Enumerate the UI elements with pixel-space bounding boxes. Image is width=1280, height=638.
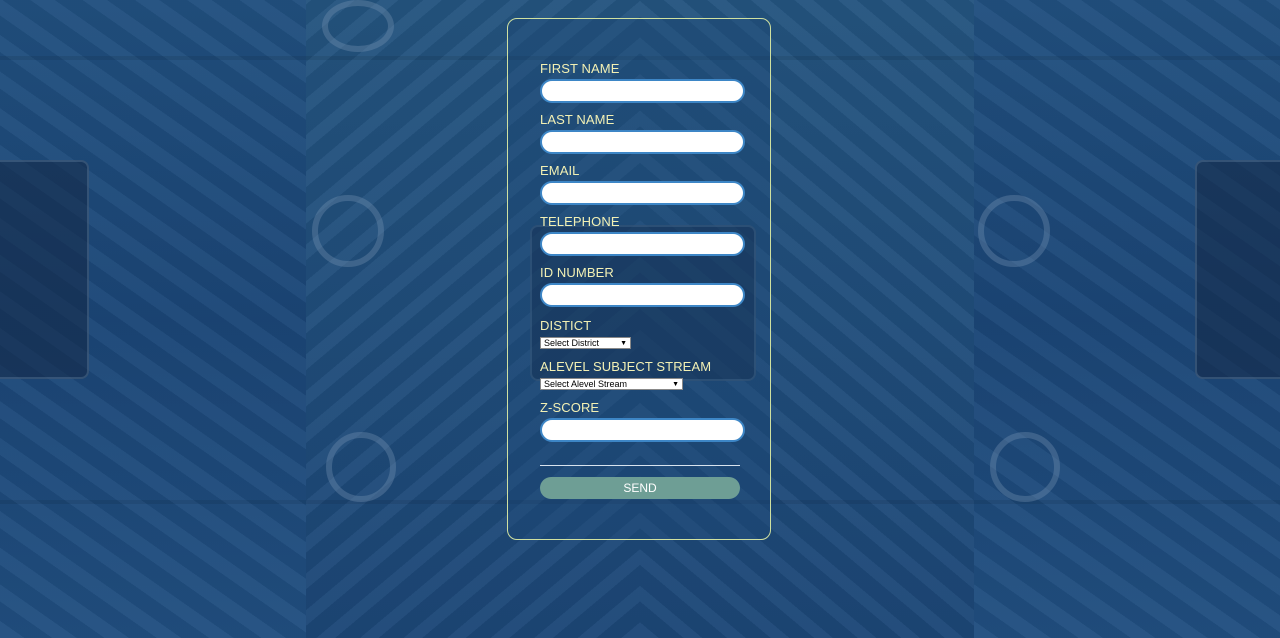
registration-form: FIRST NAME LAST NAME EMAIL TELEPHONE ID … [507, 18, 771, 540]
telephone-label: TELEPHONE [540, 214, 620, 229]
first-name-input[interactable] [540, 79, 745, 103]
send-button[interactable]: SEND [540, 477, 740, 499]
email-input[interactable] [540, 181, 745, 205]
email-field: EMAIL [540, 163, 745, 205]
tape-roll-decoration [312, 195, 384, 267]
district-select-value: Select District [544, 338, 600, 348]
id-number-field: ID NUMBER [540, 265, 745, 307]
first-name-label: FIRST NAME [540, 61, 620, 76]
last-name-label: LAST NAME [540, 112, 615, 127]
stream-label: ALEVEL SUBJECT STREAM [540, 359, 712, 374]
dropdown-arrow-icon: ▼ [672, 381, 679, 388]
id-number-input[interactable] [540, 283, 745, 307]
district-field: DISTICT Select District ▼ [540, 318, 631, 351]
laptop-decoration [1195, 160, 1280, 379]
zscore-label: Z-SCORE [540, 400, 600, 415]
zscore-input[interactable] [540, 418, 745, 442]
stream-select[interactable]: Select Alevel Stream ▼ [540, 378, 683, 390]
telephone-field: TELEPHONE [540, 214, 745, 256]
email-label: EMAIL [540, 163, 580, 178]
first-name-field: FIRST NAME [540, 61, 745, 103]
tape-roll-decoration [990, 432, 1060, 502]
tape-roll-decoration [322, 0, 394, 52]
district-label: DISTICT [540, 318, 592, 333]
last-name-input[interactable] [540, 130, 745, 154]
stream-field: ALEVEL SUBJECT STREAM Select Alevel Stre… [540, 359, 711, 392]
id-number-label: ID NUMBER [540, 265, 614, 280]
dropdown-arrow-icon: ▼ [620, 340, 627, 347]
district-select[interactable]: Select District ▼ [540, 337, 631, 349]
divider [540, 465, 740, 466]
tape-roll-decoration [326, 432, 396, 502]
last-name-field: LAST NAME [540, 112, 745, 154]
tape-roll-decoration [978, 195, 1050, 267]
telephone-input[interactable] [540, 232, 745, 256]
stream-select-value: Select Alevel Stream [544, 379, 628, 389]
zscore-field: Z-SCORE [540, 400, 745, 442]
laptop-decoration [0, 160, 89, 379]
